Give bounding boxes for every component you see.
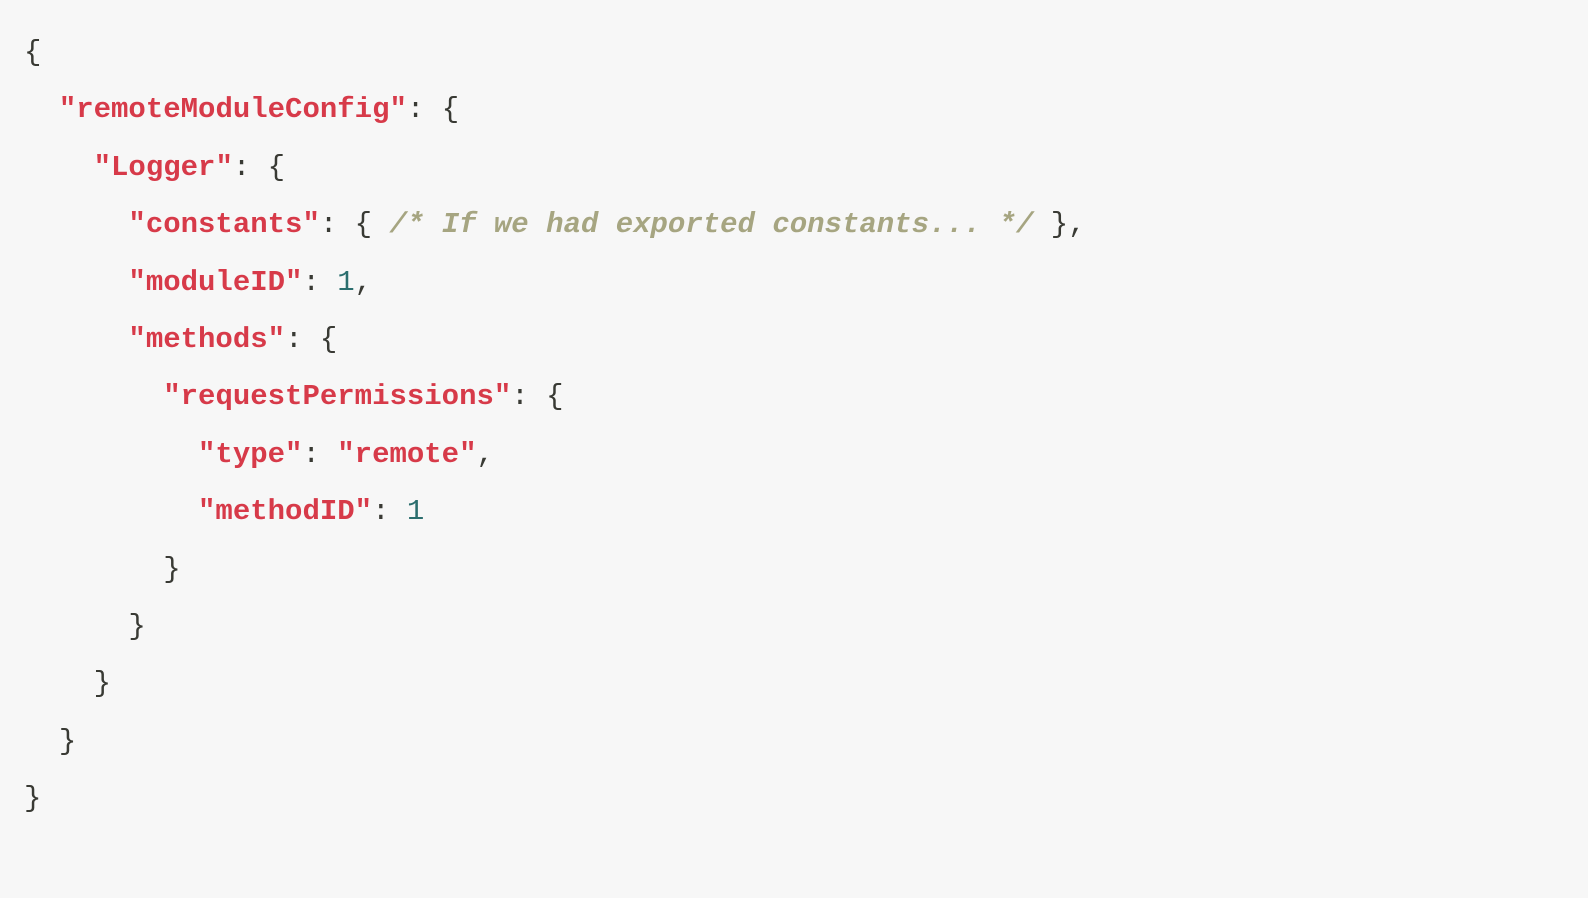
json-key: "moduleID" [128, 266, 302, 299]
json-key: "methodID" [198, 495, 372, 528]
brace-open: { [442, 93, 459, 126]
comma: , [1068, 208, 1085, 241]
brace-close: } [163, 553, 180, 586]
json-key: "remoteModuleConfig" [59, 93, 407, 126]
json-key: "type" [198, 438, 302, 471]
code-block: { "remoteModuleConfig": { "Logger": { "c… [0, 0, 1588, 852]
brace-close: } [94, 667, 111, 700]
colon: : [511, 380, 528, 413]
brace-open: { [320, 323, 337, 356]
colon: : [285, 323, 302, 356]
comma: , [477, 438, 494, 471]
brace-close: } [59, 725, 76, 758]
brace-close: } [128, 610, 145, 643]
colon: : [233, 151, 250, 184]
brace-open: { [546, 380, 563, 413]
brace-close: } [24, 782, 41, 815]
brace-open: { [268, 151, 285, 184]
colon: : [320, 208, 337, 241]
code-comment: /* If we had exported constants... */ [389, 208, 1033, 241]
brace-close: } [1051, 208, 1068, 241]
colon: : [407, 93, 424, 126]
colon: : [302, 266, 319, 299]
brace-open: { [355, 208, 372, 241]
brace-open: { [24, 36, 41, 69]
colon: : [372, 495, 389, 528]
json-key: "constants" [128, 208, 319, 241]
json-key: "requestPermissions" [163, 380, 511, 413]
json-string: "remote" [337, 438, 476, 471]
json-key: "methods" [128, 323, 285, 356]
json-key: "Logger" [94, 151, 233, 184]
comma: , [355, 266, 372, 299]
colon: : [302, 438, 319, 471]
json-number: 1 [407, 495, 424, 528]
json-number: 1 [337, 266, 354, 299]
